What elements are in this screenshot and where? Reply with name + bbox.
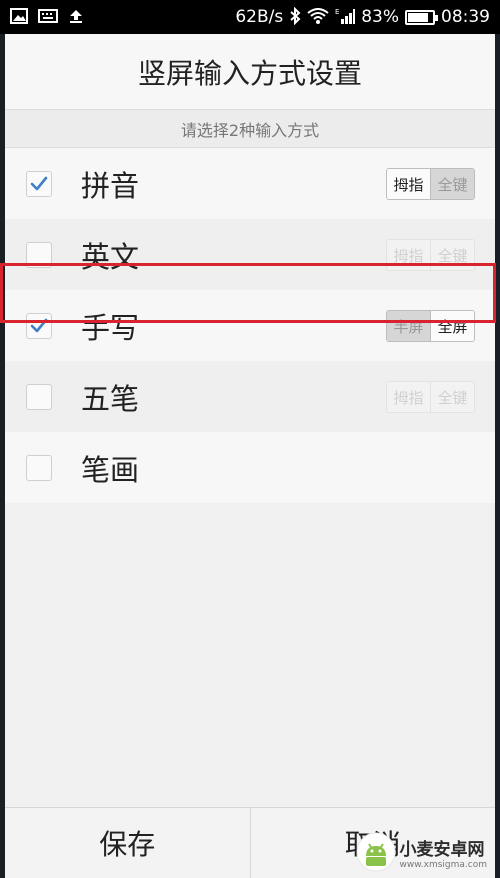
bluetooth-icon <box>289 6 301 28</box>
upload-icon <box>68 8 84 27</box>
mode-toggle-option[interactable]: 半屏 <box>387 311 430 341</box>
watermark-title: 小麦安卓网 <box>399 839 485 860</box>
network-speed: 62B/s <box>235 7 284 27</box>
option-checkbox[interactable] <box>26 170 52 197</box>
option-checkbox[interactable] <box>26 454 52 481</box>
option-row[interactable]: 拼音 拇指 全键 <box>5 148 495 219</box>
keyboard-icon <box>38 8 58 27</box>
battery-icon <box>405 9 438 25</box>
mode-toggle-option[interactable]: 全键 <box>431 169 474 199</box>
option-label: 英文 <box>81 239 140 274</box>
status-bar: 62B/s E 83% 08:39 <box>0 0 500 34</box>
option-row[interactable]: 英文 拇指 全键 <box>5 219 495 290</box>
mode-toggle: 拇指 全键 <box>386 239 475 271</box>
wifi-icon <box>307 7 329 27</box>
save-button[interactable]: 保存 <box>5 808 250 878</box>
mode-toggle[interactable]: 半屏 全屏 <box>386 310 475 342</box>
input-method-dialog: 竖屏输入方式设置 请选择2种输入方式 拼音 拇指 全键 英文 拇指 全键 手写 半屏 全屏 五笔拇… <box>5 34 495 878</box>
option-list: 拼音 拇指 全键 英文 拇指 全键 手写 半屏 全屏 五笔 拇指 全键 笔画 <box>5 148 495 503</box>
watermark: 小麦安卓网 www.xmsigma.com <box>356 832 487 872</box>
option-label: 五笔 <box>81 381 140 416</box>
mode-toggle-option: 全键 <box>431 240 474 270</box>
svg-text:E: E <box>335 8 339 16</box>
option-row[interactable]: 手写 半屏 全屏 <box>5 290 495 361</box>
option-checkbox[interactable] <box>26 312 52 339</box>
mode-toggle-option[interactable]: 拇指 <box>387 169 430 199</box>
option-checkbox[interactable] <box>26 383 52 410</box>
mode-toggle-option: 全键 <box>431 382 474 412</box>
dialog-subtitle: 请选择2种输入方式 <box>5 110 495 148</box>
dialog-title: 竖屏输入方式设置 <box>5 34 495 110</box>
battery-percent: 83% <box>361 7 399 27</box>
clock: 08:39 <box>441 7 490 27</box>
option-label: 手写 <box>81 310 140 345</box>
mode-toggle-option: 拇指 <box>387 240 430 270</box>
mode-toggle: 拇指 全键 <box>386 381 475 413</box>
checkmark-icon <box>30 318 48 332</box>
android-logo-icon <box>356 832 396 872</box>
gallery-icon <box>10 7 28 27</box>
checkmark-icon <box>30 176 48 190</box>
signal-icon: E <box>335 7 356 28</box>
watermark-url: www.xmsigma.com <box>399 859 487 870</box>
option-row[interactable]: 五笔 拇指 全键 <box>5 361 495 432</box>
mode-toggle[interactable]: 拇指 全键 <box>386 168 475 200</box>
mode-toggle-option[interactable]: 全屏 <box>431 311 474 341</box>
option-checkbox[interactable] <box>26 241 52 268</box>
mode-toggle-option: 拇指 <box>387 382 430 412</box>
option-label: 笔画 <box>81 452 140 487</box>
option-row[interactable]: 笔画 <box>5 432 495 503</box>
option-label: 拼音 <box>81 168 140 203</box>
